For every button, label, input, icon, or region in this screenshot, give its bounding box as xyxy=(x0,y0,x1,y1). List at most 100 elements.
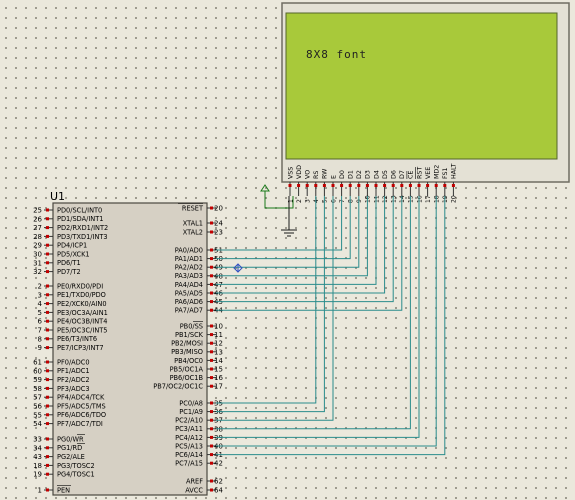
mcu-pin-right[interactable]: 39PC4/A12 xyxy=(175,434,223,442)
lcd-pin-number: 11 xyxy=(373,195,380,203)
mcu-pin-right[interactable]: 45PA6/AD6 xyxy=(175,298,223,306)
mcu-pin-right[interactable]: 13 PB3/MISO xyxy=(171,348,223,356)
mcu-pin-left[interactable]: 29 PD4/ICP1 xyxy=(33,242,87,250)
mcu-pin-left[interactable]: 60 PF1/ADC1 xyxy=(33,367,90,375)
lcd-module[interactable]: 8X8 font VSS1VDD2VO3RS4RW5E6D07D18D29D31… xyxy=(281,2,570,203)
lcd-pin[interactable]: VDD 2 xyxy=(296,165,303,203)
lcd-pin[interactable]: D0 7 xyxy=(339,170,346,203)
mcu-pin-left[interactable]: 33 PG0/WR xyxy=(33,434,85,444)
mcu-pin-right[interactable]: 41PC6/A14 xyxy=(175,451,223,459)
mcu-pin-label: PB2/MOSI xyxy=(171,340,203,348)
lcd-display-text: 8X8 font xyxy=(306,48,367,61)
mcu-pin-label: PA4/AD4 xyxy=(175,281,203,289)
mcu-pin-number: 12 xyxy=(214,340,223,348)
mcu-pin-label: PD4/ICP1 xyxy=(57,242,87,250)
mcu-pin-right[interactable]: 37PC2/A10 xyxy=(175,417,223,425)
lcd-pin[interactable]: RS 4 xyxy=(313,171,320,203)
lcd-pin[interactable]: FS1 19 xyxy=(442,167,449,203)
mcu-pin-right[interactable]: 50PA1/AD1 xyxy=(175,255,223,263)
mcu-pin-left[interactable]: 9 PE7/ICP3/INT7 xyxy=(38,344,104,352)
schematic-canvas[interactable]: 8X8 font VSS1VDD2VO3RS4RW5E6D07D18D29D31… xyxy=(0,0,575,500)
mcu-pin-right[interactable]: 38PC3/A11 xyxy=(175,425,223,433)
data-wire xyxy=(216,196,377,285)
lcd-pin[interactable]: VO 3 xyxy=(305,170,312,203)
lcd-pin-label: E xyxy=(330,175,337,179)
mcu-pin-right[interactable]: 40PC5/A13 xyxy=(175,442,223,450)
mcu-pin-left[interactable]: 6 PE4/OC3B/INT4 xyxy=(38,318,108,326)
mcu-pin-number: 64 xyxy=(214,487,223,495)
mcu-pin-right[interactable]: 12 PB2/MOSI xyxy=(171,340,223,348)
lcd-pin-number: 5 xyxy=(322,199,329,203)
bus-probe-icon[interactable] xyxy=(233,263,243,273)
mcu-pin-left[interactable]: 5 PE3/OC3A/AIN1 xyxy=(38,309,108,317)
mcu-pin-left[interactable]: 19 PG4/TOSC1 xyxy=(33,471,95,479)
mcu-pin-left[interactable]: 61 PF0/ADC0 xyxy=(33,358,90,366)
lcd-pin[interactable]: D4 11 xyxy=(373,170,380,203)
mcu-pin-label: PD1/SDA/INT1 xyxy=(57,215,103,223)
lcd-pin-number: 4 xyxy=(313,199,320,203)
lcd-pin[interactable]: D7 14 xyxy=(399,170,406,203)
lcd-pin[interactable]: D3 10 xyxy=(365,170,372,203)
mcu-pin-left[interactable]: 31 PD6/T1 xyxy=(33,259,81,267)
mcu-pin-left[interactable]: 30 PD5/XCK1 xyxy=(33,250,90,258)
mcu-pin-left[interactable]: 4 PE2/XCK0/AIN0 xyxy=(38,300,107,308)
mcu-pin-right[interactable]: 15 PB5/OC1A xyxy=(170,365,223,373)
mcu-pin-left[interactable]: 59 PF2/ADC2 xyxy=(33,376,90,384)
mcu-pin-left[interactable]: 26 PD1/SDA/INT1 xyxy=(33,215,103,223)
mcu-pin-right[interactable]: 48PA3/AD3 xyxy=(175,272,223,280)
lcd-pin[interactable]: D2 9 xyxy=(356,170,363,203)
mcu-pin-left[interactable]: 2 PE0/RXD0/PDI xyxy=(38,282,104,290)
mcu-pin-left[interactable]: 32 PD7/T2 xyxy=(33,268,81,276)
mcu-pin-left[interactable]: 28 PD3/TXD1/INT3 xyxy=(33,233,108,241)
control-wire xyxy=(216,196,325,413)
mcu-pin-right[interactable]: 10 PB0/SS xyxy=(180,321,223,331)
mcu-pin-left[interactable]: 43 PG2/ALE xyxy=(33,453,85,461)
mcu-pin-right[interactable]: 20 RESET xyxy=(178,203,223,213)
mcu-pin-label: PF1/ADC1 xyxy=(57,367,90,375)
mcu-pin-label: PF5/ADC5/TMS xyxy=(57,402,106,410)
mcu-pin-right[interactable]: 47PA4/AD4 xyxy=(175,281,223,289)
lcd-pin[interactable]: RW 5 xyxy=(322,168,329,203)
mcu-pin-label: PG1/RD xyxy=(57,444,82,452)
mcu-pin-left[interactable]: 8 PE6/T3/INT6 xyxy=(38,335,98,343)
mcu-pin-left[interactable]: 27 PD2/RXD1/INT2 xyxy=(33,224,108,232)
mcu-pin-number: 9 xyxy=(38,344,42,352)
mcu-pin-left[interactable]: 54 PF7/ADC7/TDI xyxy=(33,420,103,428)
mcu-pin-left[interactable]: 57 PF4/ADC4/TCK xyxy=(33,394,105,402)
mcu-pin-right[interactable]: 49PA2/AD2 xyxy=(175,264,223,272)
mcu-pin-left[interactable]: 58 PF3/ADC3 xyxy=(33,385,90,393)
lcd-pin[interactable]: D5 12 xyxy=(382,170,389,203)
lcd-pin[interactable]: D1 8 xyxy=(348,170,355,203)
mcu-pin-right[interactable]: 42 PC7/A15 xyxy=(175,460,223,468)
mcu-pin-right[interactable]: 14 PB4/OC0 xyxy=(174,357,223,365)
mcu-pin-left[interactable]: 34 PG1/RD xyxy=(33,442,85,452)
mcu-pin-right[interactable]: 17 PB7/OC2/OC1C xyxy=(153,383,223,391)
mcu-pin-right[interactable]: 11 PB1/SCK xyxy=(175,331,223,339)
mcu-pin-left[interactable]: 3 PE1/TXD0/PDO xyxy=(38,291,106,299)
mcu-pin-label: PD2/RXD1/INT2 xyxy=(57,224,108,232)
mcu-pin-number: 25 xyxy=(33,207,42,215)
mcu-pin-left[interactable]: 7 PE5/OC3C/INT5 xyxy=(38,326,108,334)
microcontroller-u1[interactable]: U1 25 PD0/SCL/INT026 PD1/SDA/INT127 PD2/RXD… xyxy=(33,190,224,496)
mcu-pin-number: 14 xyxy=(214,357,223,365)
mcu-pin-right[interactable]: 23 XTAL2 xyxy=(183,228,223,236)
mcu-pin-right[interactable]: 51PA0/AD0 xyxy=(175,246,223,254)
mcu-pin-left[interactable]: 56 PF5/ADC5/TMS xyxy=(33,402,106,410)
lcd-pin[interactable]: HALT 20 xyxy=(451,163,458,203)
mcu-pin-label: PC2/A10 xyxy=(175,417,203,425)
mcu-pin-label: PB4/OC0 xyxy=(174,357,203,365)
mcu-pin-label: PG2/ALE xyxy=(57,453,85,461)
mcu-pin-right[interactable]: 16 PB6/OC1B xyxy=(170,374,224,382)
mcu-pin-left[interactable]: 55 PF6/ADC6/TDO xyxy=(33,411,106,419)
mcu-pin-label: PD6/T1 xyxy=(57,259,81,267)
mcu-pin-left[interactable]: 25 PD0/SCL/INT0 xyxy=(33,206,102,214)
mcu-pin-label: PEN xyxy=(57,486,70,494)
mcu-pin-left[interactable]: 18 PG3/TOSC2 xyxy=(33,462,95,470)
lcd-pin[interactable]: VEE 17 xyxy=(425,167,432,203)
lcd-pin[interactable]: E6 xyxy=(330,175,337,203)
data-wire xyxy=(216,196,343,251)
mcu-pin-number: 61 xyxy=(33,359,42,367)
lcd-pin[interactable]: MD2 18 xyxy=(434,165,441,203)
lcd-pin[interactable]: D6 13 xyxy=(391,170,398,203)
mcu-pin-label: PC5/A13 xyxy=(175,442,203,450)
